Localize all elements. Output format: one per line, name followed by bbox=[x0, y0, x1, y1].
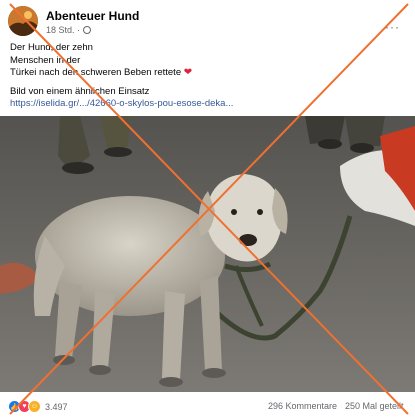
dog-photo bbox=[0, 116, 415, 392]
reactions-summary[interactable]: 👍 ♥ ☺ 3.497 bbox=[8, 400, 68, 413]
post-meta: 18 Std. · bbox=[46, 25, 92, 35]
post-text-note: Bild von einem ähnlichen Einsatz bbox=[10, 85, 150, 97]
post-time[interactable]: 18 Std. · bbox=[46, 25, 80, 35]
reactions-count: 3.497 bbox=[45, 401, 68, 412]
globe-icon bbox=[83, 26, 92, 34]
care-reaction-icon: ☺ bbox=[28, 400, 41, 413]
post-text-line: Menschen in der bbox=[10, 54, 81, 66]
heart-emoji: ❤ bbox=[183, 67, 193, 78]
comments-count-link[interactable]: 296 Kommentare bbox=[268, 401, 337, 411]
post-photo[interactable] bbox=[0, 116, 415, 392]
post-text: Der Hund, der zehn Menschen in der Türke… bbox=[10, 42, 405, 98]
post-footer: 👍 ♥ ☺ 3.497 296 Kommentare 250 Mal getei… bbox=[0, 396, 415, 416]
post-text-line-content: Türkei nach den schweren Beben rettete bbox=[10, 67, 182, 78]
shares-count-link[interactable]: 250 Mal geteilt bbox=[345, 401, 404, 411]
post-text-line: Türkei nach den schweren Beben rettete ❤ bbox=[10, 67, 405, 80]
facebook-post: Abenteuer Hund 18 Std. · ··· Der Hund, d… bbox=[0, 0, 415, 418]
post-text-line: Der Hund, der zehn bbox=[10, 42, 93, 53]
avatar[interactable] bbox=[8, 6, 38, 36]
author-name[interactable]: Abenteuer Hund bbox=[46, 9, 139, 23]
more-options-button[interactable]: ··· bbox=[385, 20, 400, 34]
post-link[interactable]: https://iselida.gr/.../42660-o-skylos-po… bbox=[10, 98, 233, 109]
avatar-image bbox=[8, 6, 38, 36]
post-header: Abenteuer Hund 18 Std. · ··· bbox=[8, 6, 408, 38]
